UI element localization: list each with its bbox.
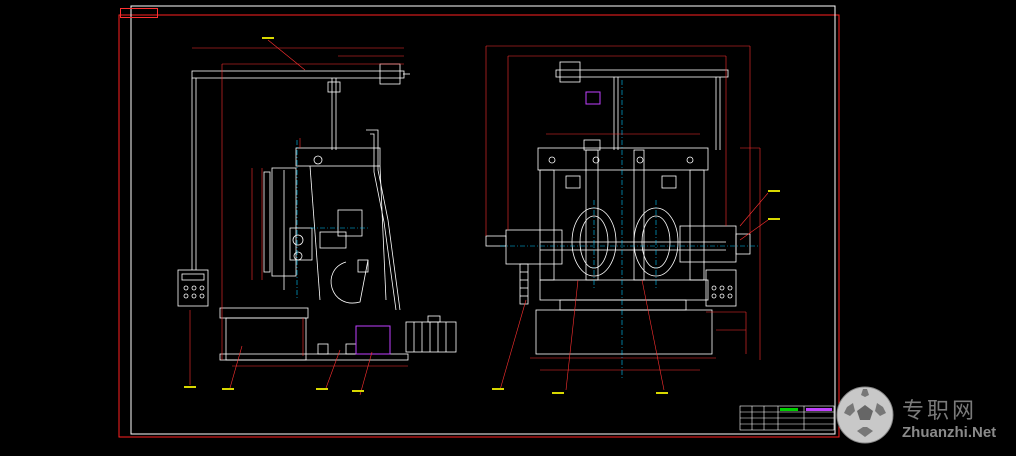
front-highlight-box (585, 91, 601, 105)
front-view (485, 61, 751, 355)
soccer-ball-logo-icon (836, 386, 894, 444)
front-left-head (505, 229, 563, 265)
front-bed (535, 309, 713, 355)
side-top-motor-block (379, 63, 401, 85)
front-dimensions (485, 45, 769, 391)
drawing-tag (120, 8, 158, 18)
side-base (219, 307, 309, 319)
front-pendant-box (705, 269, 737, 307)
title-block-green-label (780, 408, 798, 411)
watermark-cn-text: 专职网 (902, 399, 978, 424)
front-right-column (689, 169, 705, 281)
front-crossbeam (537, 147, 709, 171)
watermark-en-text: Zhuanzhi.Net (902, 424, 997, 441)
front-top-motor-block (559, 61, 581, 83)
side-centerlines (296, 140, 370, 300)
front-top-rail (555, 69, 729, 78)
side-view (177, 63, 457, 361)
side-top-rail (191, 70, 405, 79)
side-motor (405, 321, 457, 353)
side-highlight-box (355, 325, 391, 355)
title-block-magenta-label (806, 408, 832, 411)
side-main-column (295, 147, 381, 167)
side-pendant-box (177, 269, 209, 307)
dimension-label-marks (184, 37, 780, 394)
front-base (539, 279, 709, 301)
side-dimensions (189, 39, 408, 396)
inner-frame-border (130, 5, 836, 435)
front-right-head (679, 225, 737, 263)
front-spindle-left (585, 149, 599, 281)
cad-drawing-sheet: 专职网 Zhuanzhi.Net (0, 0, 1016, 452)
front-left-column (539, 169, 555, 281)
